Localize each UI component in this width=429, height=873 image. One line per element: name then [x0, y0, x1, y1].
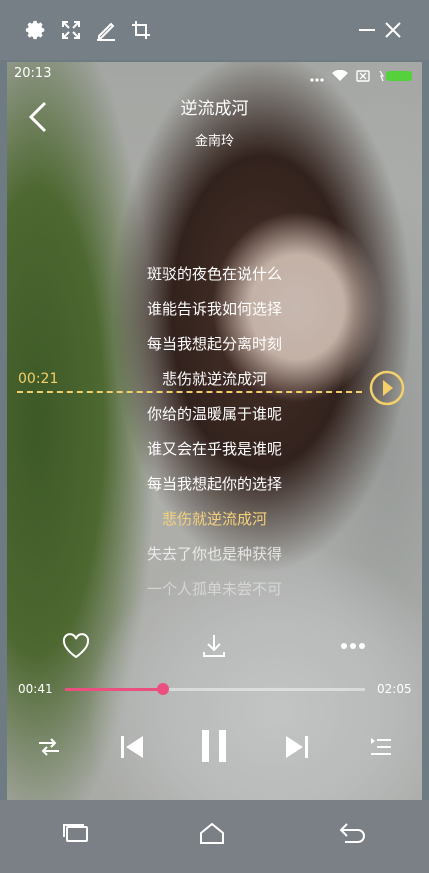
status-bar: 20:13: [7, 62, 422, 86]
phone-screen: 20:13 逆流成河 金南玲 斑驳的夜色在说什么 谁能告诉我如何选择 每当我想起…: [7, 62, 422, 800]
wifi-icon: [332, 67, 348, 86]
current-time: 00:41: [18, 682, 53, 696]
more-icon[interactable]: [337, 630, 369, 662]
crop-icon[interactable]: [129, 18, 153, 42]
lyric-line: 失去了你也是种获得: [146, 545, 282, 563]
no-sim-icon: [356, 67, 370, 86]
previous-icon[interactable]: [117, 732, 147, 762]
back-icon[interactable]: [332, 818, 372, 848]
gear-icon[interactable]: [24, 18, 48, 42]
emulator-toolbar: [0, 0, 429, 60]
progress-fill: [65, 688, 164, 691]
lyric-line: 斑驳的夜色在说什么: [146, 265, 282, 283]
lyrics-list[interactable]: 斑驳的夜色在说什么 谁能告诉我如何选择 每当我想起分离时刻 悲伤就逆流成河 你给…: [7, 257, 422, 607]
signal-icon: [310, 67, 324, 86]
emulator-window: 20:13 逆流成河 金南玲 斑驳的夜色在说什么 谁能告诉我如何选择 每当我想起…: [0, 0, 429, 873]
lyric-line: 每当我想起分离时刻: [146, 335, 282, 353]
fullscreen-icon[interactable]: [59, 18, 83, 42]
lyric-line: 每当我想起你的选择: [146, 475, 282, 493]
play-from-here-icon[interactable]: [369, 370, 405, 406]
close-icon[interactable]: [381, 18, 405, 42]
lyric-line: 谁又会在乎我是谁呢: [146, 440, 282, 458]
lyric-seek-line: [17, 391, 362, 393]
lyric-seek-time: 00:21: [18, 371, 59, 387]
song-title: 逆流成河: [180, 99, 249, 119]
minimize-icon[interactable]: [355, 18, 379, 42]
recent-apps-icon[interactable]: [56, 818, 96, 848]
lyric-line: 一个人孤单未尝不可: [146, 580, 282, 598]
total-time: 02:05: [377, 682, 412, 696]
lyric-line: 谁能告诉我如何选择: [146, 300, 282, 318]
status-time: 20:13: [14, 66, 52, 81]
edit-icon[interactable]: [94, 18, 118, 42]
progress-bar[interactable]: [65, 683, 365, 695]
battery-icon: [378, 67, 414, 86]
next-icon[interactable]: [282, 732, 312, 762]
android-nav-bar: [0, 800, 429, 873]
lyric-line-active: 悲伤就逆流成河: [161, 510, 267, 528]
playlist-icon[interactable]: [366, 732, 396, 762]
shuffle-icon[interactable]: [34, 732, 64, 762]
heart-icon[interactable]: [60, 630, 92, 662]
artist-name: 金南玲: [194, 134, 234, 149]
lyric-line: 你给的温暖属于谁呢: [146, 405, 282, 423]
pause-icon[interactable]: [199, 728, 229, 764]
download-icon[interactable]: [198, 630, 230, 662]
home-icon[interactable]: [192, 818, 232, 848]
